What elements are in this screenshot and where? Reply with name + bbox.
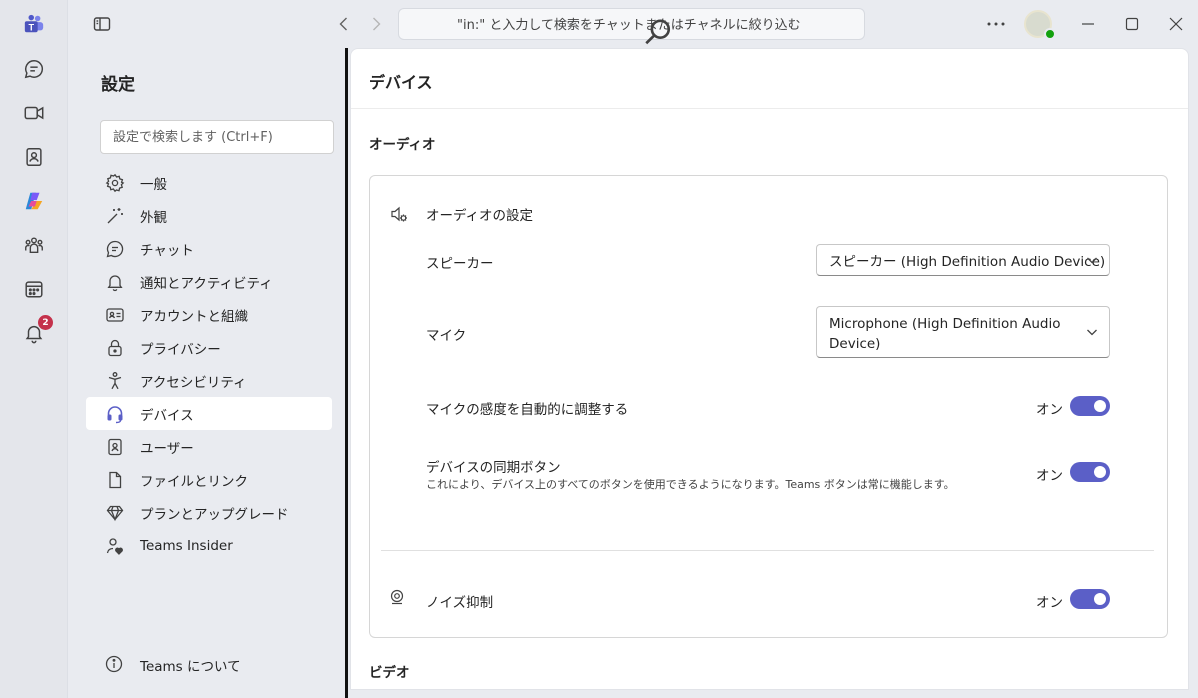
nav-item-general[interactable]: 一般 [86,166,332,199]
sync-buttons-state: オン [1036,468,1063,484]
about-label: Teams について [140,658,241,675]
contact-card-icon [104,436,126,458]
settings-sidebar: 設定 一般 外観 チャット 通知とアクティビティ アカウントと組織 プライバシー [68,48,344,698]
document-icon [104,469,126,491]
noise-suppression-label: ノイズ抑制 [426,595,494,611]
diamond-icon [104,502,126,524]
activity-badge: 2 [38,315,53,330]
nav-item-label: 通知とアクティビティ [140,275,273,292]
settings-title: 設定 [101,75,135,95]
global-search[interactable] [398,8,865,45]
nav-item-privacy[interactable]: プライバシー [86,331,332,364]
contacts-icon[interactable] [14,139,54,175]
maximize-icon[interactable] [1122,14,1142,34]
mic-value: Microphone (High Definition Audio Device… [829,316,1061,352]
nav-item-account[interactable]: アカウントと組織 [86,298,332,331]
pane-splitter[interactable] [344,48,348,698]
nav-item-label: 外観 [140,209,167,226]
nav-item-devices[interactable]: デバイス [86,397,332,430]
svg-text:T: T [28,22,34,32]
minimize-icon[interactable] [1078,14,1098,34]
noise-suppression-state: オン [1036,595,1063,611]
sync-buttons-toggle[interactable] [1070,462,1110,482]
close-icon[interactable] [1166,14,1186,34]
divider [381,550,1154,551]
audio-settings-card: オーディオの設定 スピーカー スピーカー (High Definition Au… [369,175,1168,638]
audio-section-title: オーディオ [369,137,436,153]
toggle-knob [1094,593,1106,605]
back-icon[interactable] [334,13,354,35]
avatar[interactable] [1024,10,1056,40]
calendar-icon[interactable] [14,271,54,307]
chevron-down-icon [1085,253,1099,267]
speaker-label: スピーカー [426,256,494,272]
nav-item-plans[interactable]: プランとアップグレード [86,496,332,529]
nav-item-label: Teams Insider [140,537,233,554]
settings-nav-list: 一般 外観 チャット 通知とアクティビティ アカウントと組織 プライバシー アク… [86,166,332,562]
chat-icon[interactable] [14,51,54,87]
nav-item-files[interactable]: ファイルとリンク [86,463,332,496]
noise-suppression-icon [388,588,406,606]
auto-adjust-state: オン [1036,402,1063,418]
nav-item-teams-insider[interactable]: Teams Insider [86,529,332,562]
nav-item-label: プランとアップグレード [140,506,289,523]
nav-item-label: プライバシー [140,341,221,358]
noise-suppression-toggle[interactable] [1070,589,1110,609]
title-bar [68,0,1198,48]
speaker-value: スピーカー (High Definition Audio Device) [829,254,1106,270]
app-rail: T 2 [0,0,68,698]
audio-settings-label: オーディオの設定 [426,208,534,224]
toggle-knob [1094,400,1106,412]
nav-item-chat[interactable]: チャット [86,232,332,265]
nav-item-label: ファイルとリンク [140,473,248,490]
sync-buttons-description: これにより、デバイス上のすべてのボタンを使用できるようになります。Teams ボ… [426,478,955,491]
chat-icon [104,238,126,260]
activity-bell-icon[interactable]: 2 [14,315,54,351]
audio-settings-heading: オーディオの設定 [390,204,533,224]
auto-adjust-toggle[interactable] [1070,396,1110,416]
nav-item-appearance[interactable]: 外観 [86,199,332,232]
devices-settings-panel: デバイス オーディオ オーディオの設定 スピーカー スピーカー (High De… [350,48,1189,690]
settings-search-input[interactable] [100,120,334,154]
presence-available-icon [1044,28,1056,40]
teams-logo-icon[interactable]: T [14,6,54,42]
lock-icon [104,337,126,359]
forward-icon[interactable] [366,13,386,35]
person-heart-icon [104,535,126,557]
page-title: デバイス [351,49,1188,109]
accessibility-icon [104,370,126,392]
nav-item-label: デバイス [140,407,194,424]
headset-icon [104,403,126,425]
nav-item-label: アクセシビリティ [140,374,247,391]
id-card-icon [104,304,126,326]
nav-item-accessibility[interactable]: アクセシビリティ [86,364,332,397]
chevron-down-icon [1085,325,1099,339]
mic-dropdown[interactable]: Microphone (High Definition Audio Device… [816,306,1110,358]
communities-icon[interactable] [14,227,54,263]
panel-toggle-icon[interactable] [92,14,112,34]
speaker-settings-icon [390,205,408,223]
auto-adjust-label: マイクの感度を自動的に調整する [426,402,629,418]
copilot-icon[interactable] [14,183,54,219]
nav-item-label: アカウントと組織 [140,308,248,325]
nav-item-label: ユーザー [140,440,194,457]
search-input[interactable] [457,14,857,36]
video-icon[interactable] [14,95,54,131]
nav-item-users[interactable]: ユーザー [86,430,332,463]
about-teams-link[interactable]: Teams について [86,648,332,681]
bell-icon [104,271,126,293]
speaker-dropdown[interactable]: スピーカー (High Definition Audio Device) [816,244,1110,276]
info-icon [104,654,126,676]
nav-item-notifications[interactable]: 通知とアクティビティ [86,265,332,298]
video-section-title: ビデオ [369,665,410,681]
sync-buttons-label: デバイスの同期ボタン [426,460,561,476]
more-options-icon[interactable] [984,14,1008,34]
gear-icon [104,172,126,194]
magic-wand-icon [104,205,126,227]
mic-label: マイク [426,328,467,344]
nav-item-label: 一般 [140,176,167,193]
nav-item-label: チャット [140,242,194,259]
toggle-knob [1094,466,1106,478]
